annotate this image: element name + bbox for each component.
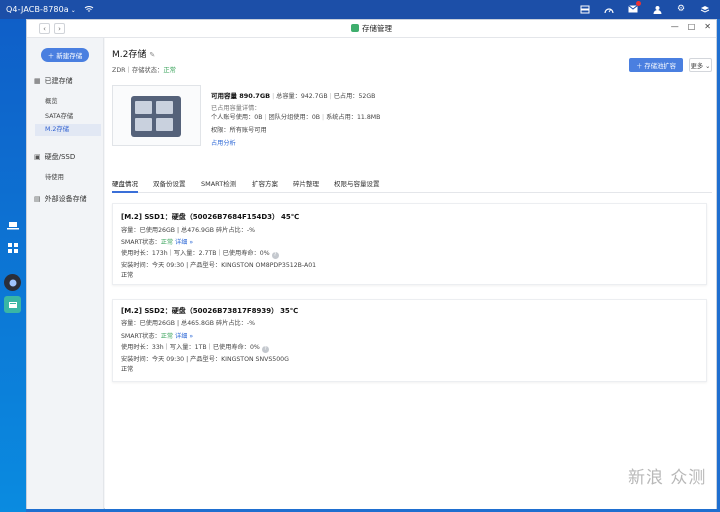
app-circle-icon[interactable] <box>4 274 21 291</box>
sidebar-group-disk[interactable]: ▣ 硬盘/SSD <box>34 152 75 162</box>
user-icon[interactable] <box>650 2 664 16</box>
tab-dual-backup[interactable]: 双备份设置 <box>153 179 186 193</box>
folders-icon[interactable] <box>578 2 592 16</box>
chip-cell <box>156 118 173 131</box>
personal-usage: 个人账号使用：0B <box>211 114 263 121</box>
page-title-text: M.2存储 <box>112 50 147 60</box>
sidebar-group-label: 硬盘/SSD <box>44 153 76 161</box>
sidebar-group-external[interactable]: ▤ 外部设备存储 <box>34 194 87 204</box>
system-topbar: Q4-JACB-8780a ⌄ ⚙ <box>0 0 720 19</box>
new-storage-button[interactable]: ＋ 新建存储 <box>41 48 89 62</box>
disk-icon: ▣ <box>34 153 41 161</box>
laptop-icon[interactable] <box>4 217 21 234</box>
help-icon[interactable]: ? <box>261 346 269 353</box>
disk-install-info: 安装时间：今天 09:30 | 产品型号：KINGSTON OM8PDP3512… <box>121 262 317 269</box>
minimize-button[interactable]: — <box>671 22 679 31</box>
chip-cell <box>135 118 152 131</box>
chip-cell <box>156 101 173 114</box>
smart-label: SMART状态： <box>121 239 161 246</box>
help-icon[interactable]: ? <box>271 252 279 259</box>
storage-app-icon[interactable] <box>4 296 21 313</box>
layers-icon[interactable] <box>698 2 712 16</box>
chip-cell <box>135 101 152 114</box>
window-title: 存储管理 <box>27 23 716 34</box>
disk-card: [M.2] SSD1：硬盘（50026B7684F154D3） 45℃ 容量：已… <box>112 203 707 285</box>
expand-pool-button[interactable]: ＋ 存储池扩容 <box>629 58 683 72</box>
sidebar-item-m2[interactable]: M.2存储 <box>35 124 101 136</box>
sidebar-item-sata[interactable]: SATA存储 <box>45 111 73 120</box>
disk-temperature: 35℃ <box>280 307 299 315</box>
storage-app-icon <box>351 24 359 32</box>
system-usage: 系统占用：11.8MB <box>326 114 381 121</box>
team-usage: 团队分组使用：0B <box>268 114 321 121</box>
used-capacity: 已占用：52GB <box>333 93 376 100</box>
more-button[interactable]: 更多 ⌄ <box>689 58 712 72</box>
disk-temperature: 45℃ <box>281 213 300 221</box>
mail-icon[interactable] <box>626 1 641 16</box>
usage-analysis-link[interactable]: 占用分析 <box>211 138 236 147</box>
tab-expansion[interactable]: 扩容方案 <box>252 179 278 193</box>
sidebar: ＋ 新建存储 ▦ 已建存储 概览 SATA存储 M.2存储 ▣ 硬盘/SSD 待使用… <box>27 38 104 509</box>
maximize-button[interactable]: □ <box>688 22 696 31</box>
main-content: M.2存储 ✎ ZDR｜存储状态：正常 ＋ 存储池扩容 更多 ⌄ 可用容量 890… <box>105 38 716 509</box>
used-detail-title: 已占用容量详情： <box>211 105 261 112</box>
smart-status: 正常 <box>160 239 174 246</box>
storage-image <box>112 85 201 146</box>
sidebar-group-label: 外部设备存储 <box>44 195 87 203</box>
tab-smart[interactable]: SMART检测 <box>201 179 236 193</box>
close-button[interactable]: ✕ <box>704 22 711 31</box>
status-badge: 正常 <box>163 67 176 74</box>
tab-bar: 硬盘情况 双备份设置 SMART检测 扩容方案 碎片整理 权限与容量设置 <box>112 179 712 193</box>
ssd-chip-illustration <box>131 96 181 137</box>
storage-manager-window: ‹ › 存储管理 — □ ✕ ＋ 新建存储 ▦ 已建存储 概览 SATA存储 M.… <box>26 19 717 509</box>
smart-detail-link[interactable]: 详细 » <box>175 239 193 246</box>
smart-detail-link[interactable]: 详细 » <box>175 333 193 340</box>
disk-usage: 使用时长：33h｜写入量：1TB｜已使用寿命：0% <box>121 344 260 351</box>
tab-disk-status[interactable]: 硬盘情况 <box>112 179 138 193</box>
permission-text: 权限：所有账号可用 <box>211 127 267 134</box>
sidebar-group-built[interactable]: ▦ 已建存储 <box>34 76 73 86</box>
storage-group-icon: ▦ <box>34 77 41 85</box>
disk-title: [M.2] SSD2：硬盘（50026B73817F8939） <box>121 307 279 315</box>
device-name-label: Q4-JACB-8780a <box>6 5 69 14</box>
sidebar-item-pending[interactable]: 待使用 <box>45 172 64 181</box>
desktop-dock <box>0 19 26 512</box>
window-titlebar: ‹ › 存储管理 — □ ✕ <box>27 20 716 38</box>
disk-usage: 使用时长：173h｜写入量：2.7TB｜已使用寿命：0% <box>121 250 270 257</box>
status-prefix: ZDR｜存储状态： <box>112 67 164 74</box>
available-capacity: 可用容量 890.7GB <box>211 92 271 100</box>
tab-defrag[interactable]: 碎片整理 <box>293 179 319 193</box>
notification-dot <box>636 1 641 6</box>
smart-label: SMART状态： <box>121 333 161 340</box>
apps-grid-icon[interactable] <box>4 239 21 256</box>
sidebar-item-overview[interactable]: 概览 <box>45 96 58 105</box>
total-capacity: 总容量：942.7GB <box>276 93 328 100</box>
disk-title: [M.2] SSD1：硬盘（50026B7684F154D3） <box>121 213 280 221</box>
gauge-icon[interactable] <box>602 2 616 16</box>
smart-status: 正常 <box>160 333 174 340</box>
disk-card: [M.2] SSD2：硬盘（50026B73817F8939） 35℃ 容量：已… <box>112 299 707 382</box>
external-storage-icon: ▤ <box>34 195 41 203</box>
sidebar-group-label: 已建存储 <box>44 77 73 85</box>
device-name[interactable]: Q4-JACB-8780a ⌄ <box>6 5 76 14</box>
disk-install-info: 安装时间：今天 09:30 | 产品型号：KINGSTON SNVS500G <box>121 356 289 363</box>
disk-capacity: 容量：已使用26GB | 总476.9GB 碎片占比：-% <box>121 227 256 234</box>
gear-icon[interactable]: ⚙ <box>674 2 688 16</box>
wifi-icon <box>84 5 94 15</box>
watermark: 新浪 众测 <box>628 468 707 488</box>
edit-icon[interactable]: ✎ <box>149 51 155 59</box>
storage-status-line: ZDR｜存储状态：正常 <box>112 65 176 74</box>
window-title-text: 存储管理 <box>362 24 392 33</box>
disk-capacity: 容量：已使用26GB | 总465.8GB 碎片占比：-% <box>121 320 256 327</box>
page-title: M.2存储 ✎ <box>112 47 155 60</box>
disk-status: 正常 <box>121 272 134 279</box>
disk-status: 正常 <box>121 366 134 373</box>
tab-permission[interactable]: 权限与容量设置 <box>334 179 380 193</box>
chevron-down-icon: ⌄ <box>70 7 76 14</box>
